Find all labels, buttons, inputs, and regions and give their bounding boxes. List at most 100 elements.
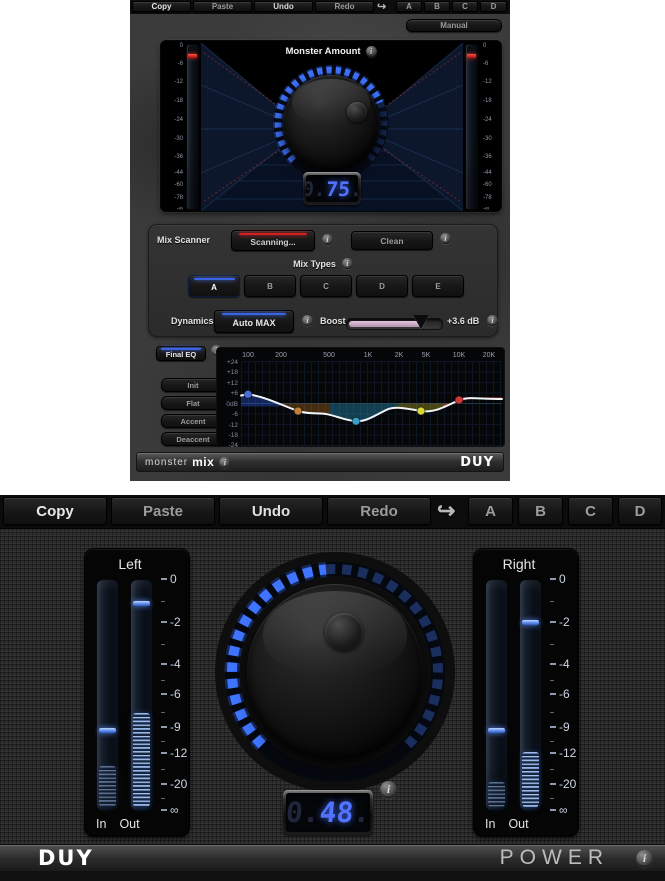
left-out-meter [130,579,153,811]
blue-accent-bar [222,313,286,315]
final-eq-button[interactable]: Final EQ [156,346,206,361]
monster-amount-display[interactable]: 0.75. [303,172,361,205]
final-eq-label: Final EQ [166,350,196,359]
monster-amount-knob[interactable] [269,61,393,185]
scale-label: -12 [174,79,183,86]
eq-graph-panel[interactable]: 100 200 500 1K 2K 5K 10K 20K +24 +18 +12… [216,347,505,447]
info-icon[interactable]: i [342,258,353,269]
svg-text:-6: -6 [232,411,238,418]
mix-type-b-button[interactable]: B [244,275,296,297]
scanning-button[interactable]: Scanning... [231,230,315,251]
eq-flat-label: Flat [186,399,199,408]
redo-button[interactable]: Redo [327,497,431,525]
slot-d-button[interactable]: D [618,497,662,525]
eq-handle-high[interactable] [455,396,463,404]
in-label: In [485,817,495,831]
manual-button[interactable]: Manual [406,19,502,32]
display-digits: 0.48. [286,796,370,829]
paste-button[interactable]: Paste [193,1,252,12]
slot-c-button[interactable]: C [452,1,478,12]
slot-d-button[interactable]: D [480,1,507,12]
left-meter-scale: 0 -6 -12 -18 -24 -30 -36 -44 -60 -78 -∞ [165,44,183,210]
mix-type-c-button[interactable]: C [300,275,352,297]
scale-label: -30 [174,136,183,143]
boost-slider[interactable] [346,318,443,330]
monster-amount-title: Monster Amount [285,46,360,57]
undo-label: Undo [252,503,290,520]
in-label: In [96,817,106,831]
monster-mix-window: Copy Paste Undo Redo ↪ A B C D Manual [130,0,510,481]
slot-b-button[interactable]: B [518,497,563,525]
eq-handle-mid[interactable] [352,417,360,425]
redo-button[interactable]: Redo [315,1,374,12]
in-peak-marker [99,728,116,733]
auto-max-button[interactable]: Auto MAX [214,310,294,333]
knob-face[interactable] [247,584,423,760]
left-level-meter [186,44,199,210]
eq-db-labels: +24 +18 +12 +6 0dB -6 -12 -18 -24 [226,359,238,448]
info-icon[interactable]: i [440,233,451,244]
mix-type-a-button[interactable]: A [188,275,240,297]
mix-type-d-label: D [379,282,385,291]
info-icon[interactable]: i [302,315,313,326]
slot-d-label: D [635,503,646,520]
clean-button[interactable]: Clean [351,231,433,250]
lit-digits: 48 [318,796,355,829]
monster-amount-title-row: Monster Amount i [161,46,501,57]
knob-face[interactable] [283,75,379,171]
info-icon[interactable]: i [219,457,230,468]
duy-logo: DUY [38,846,94,870]
out-level-fill [522,752,539,808]
copy-button[interactable]: Copy [3,497,107,525]
boost-label: Boost [320,316,346,326]
slot-a-button[interactable]: A [468,497,513,525]
scale-label: -78 [483,195,492,202]
scale-label: -44 [483,170,492,177]
info-icon[interactable]: i [380,781,397,798]
svg-text:-18: -18 [229,432,239,439]
dynamics-label: Dynamics [171,316,214,326]
info-icon[interactable]: i [636,850,653,867]
info-icon[interactable]: i [366,46,377,57]
slot-b-button[interactable]: B [424,1,450,12]
power-footer: DUY POWER i [0,844,665,871]
slot-a-button[interactable]: A [396,1,422,12]
paste-button[interactable]: Paste [111,497,215,525]
tick [161,644,165,645]
eq-handle-low[interactable] [244,390,252,398]
boost-slider-thumb[interactable] [413,315,429,329]
screenshot-root: Copy Paste Undo Redo ↪ A B C D Manual [0,0,665,881]
scale-label: -6 [483,61,488,68]
slot-b-label: B [434,2,440,11]
undo-button[interactable]: Undo [254,1,313,12]
history-arrow-icon[interactable]: ↪ [437,498,455,524]
right-in-meter [485,579,508,811]
eq-handle-lowmid[interactable] [294,407,302,415]
svg-text:1K: 1K [364,352,373,359]
in-out-labels: In Out [85,817,161,831]
slot-c-button[interactable]: C [568,497,613,525]
mix-type-d-button[interactable]: D [356,275,408,297]
product-text: mix [192,455,214,469]
scale-label: -36 [174,154,183,161]
scale-label: -12 [170,746,187,760]
out-label: Out [508,817,528,831]
slot-c-label: C [585,503,596,520]
info-icon[interactable]: i [487,315,498,326]
eq-accent-label: Accent [180,417,205,426]
right-level-meter [465,44,478,210]
undo-button[interactable]: Undo [219,497,323,525]
tick [550,644,554,645]
scale-label: -60 [483,182,492,189]
scale-label: -∞ [483,206,489,213]
scale-label: -60 [174,182,183,189]
history-arrow-icon[interactable]: ↪ [377,0,386,13]
eq-handle-highmid[interactable] [417,407,425,415]
eq-curve-svg[interactable]: 100 200 500 1K 2K 5K 10K 20K +24 +18 +12… [217,348,506,448]
mix-type-e-button[interactable]: E [412,275,464,297]
power-amount-display[interactable]: 0.48. [283,790,373,835]
power-knob[interactable] [214,551,456,793]
copy-button[interactable]: Copy [132,1,191,12]
info-icon[interactable]: i [322,234,333,245]
mix-type-a-label: A [211,283,217,292]
